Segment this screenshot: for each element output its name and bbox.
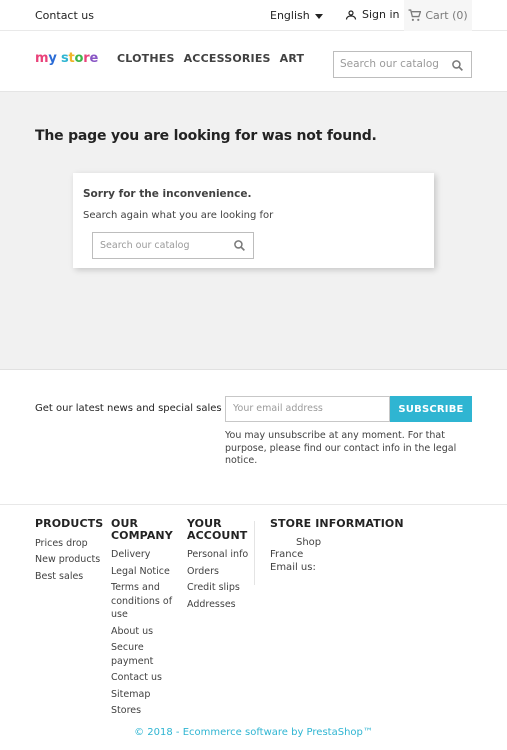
footer-link-new-products[interactable]: New products [35,553,105,567]
email-field[interactable] [233,403,383,414]
footer-company: OUR COMPANY Delivery Legal Notice Terms … [111,518,179,721]
footer-account-title: YOUR ACCOUNT [187,517,248,542]
footer-link-stores[interactable]: Stores [111,704,179,718]
caret-down-icon [314,13,323,19]
site-footer: PRODUCTS Prices drop New products Best s… [0,505,507,750]
copyright-link[interactable]: © 2018 - Ecommerce software by PrestaSho… [0,727,507,738]
footer-link-terms[interactable]: Terms and conditions of use [111,581,179,622]
nav-item-art[interactable]: ART [280,52,305,65]
store-shop-name: Shop [296,536,322,548]
footer-products-title: PRODUCTS [35,517,104,530]
footer-link-personal-info[interactable]: Personal info [187,548,253,562]
sign-in-label: Sign in [362,8,400,21]
page-search-input[interactable] [100,240,225,251]
footer-products: PRODUCTS Prices drop New products Best s… [35,518,105,586]
main-nav: CLOTHES ACCESSORIES ART [117,52,304,65]
unsubscribe-note: You may unsubscribe at any moment. For t… [225,430,457,466]
footer-company-title: OUR COMPANY [111,517,173,542]
top-bar: Contact us English Sign in Cart (0) [0,0,507,31]
page-title: The page you are looking for was not fou… [35,128,377,144]
store-logo[interactable]: my store [35,51,98,66]
footer-link-addresses[interactable]: Addresses [187,598,253,612]
search-icon[interactable] [451,59,464,72]
footer-link-best-sales[interactable]: Best sales [35,570,105,584]
search-again-text: Search again what you are looking for [83,210,274,221]
site-header: my store CLOTHES ACCESSORIES ART [0,31,507,92]
logo-letter: s [60,51,69,66]
sign-in-link[interactable]: Sign in [345,8,400,21]
subscribe-button[interactable]: SUBSCRIBE [390,396,472,422]
contact-us-link[interactable]: Contact us [35,9,94,22]
footer-store-info: STORE INFORMATION Shop France Email us: [270,518,470,574]
not-found-card: Sorry for the inconvenience. Search agai… [73,173,434,268]
store-country: France [270,549,304,560]
cart-icon [408,9,422,21]
cart-button[interactable]: Cart (0) [404,0,472,31]
footer-link-prices-drop[interactable]: Prices drop [35,537,105,551]
footer-divider [254,521,255,585]
footer-account: YOUR ACCOUNT Personal info Orders Credit… [187,518,253,614]
footer-link-orders[interactable]: Orders [187,565,253,579]
footer-link-delivery[interactable]: Delivery [111,548,179,562]
logo-letter: m [35,51,49,66]
nav-item-accessories[interactable]: ACCESSORIES [184,52,271,65]
footer-link-legal-notice[interactable]: Legal Notice [111,565,179,579]
header-search [333,51,472,78]
store-email: Email us: [270,561,316,573]
footer-link-secure-payment[interactable]: Secure payment [111,641,179,668]
main-content: The page you are looking for was not fou… [0,92,507,370]
cart-label: Cart (0) [425,9,468,22]
user-icon [345,9,357,20]
footer-link-contact-us[interactable]: Contact us [111,671,179,685]
newsletter-label: Get our latest news and special sales [35,403,222,414]
nav-item-clothes[interactable]: CLOTHES [117,52,175,65]
footer-link-credit-slips[interactable]: Credit slips [187,581,253,595]
logo-letter: y [48,51,57,66]
footer-link-sitemap[interactable]: Sitemap [111,688,179,702]
search-icon[interactable] [233,239,246,252]
header-search-input[interactable] [340,58,448,70]
language-label: English [270,9,310,22]
page-search [92,232,254,259]
newsletter-section: Get our latest news and special sales SU… [0,371,507,505]
footer-link-about-us[interactable]: About us [111,625,179,639]
footer-store-title: STORE INFORMATION [270,517,404,530]
email-field-wrapper [225,396,390,422]
sorry-heading: Sorry for the inconvenience. [83,188,252,200]
logo-letter: e [89,51,99,66]
logo-letter: o [74,51,84,66]
language-selector[interactable]: English [270,9,323,22]
